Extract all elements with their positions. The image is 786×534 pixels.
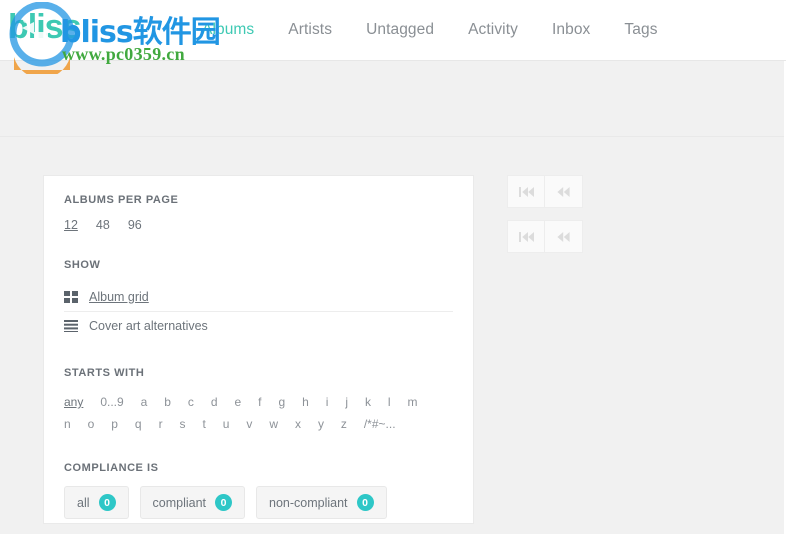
status-badge: 0 — [98, 494, 116, 511]
starts-with-options: any 0...9 a b c d e f g h i j k l m n o … — [64, 391, 453, 435]
compliance-title: COMPLIANCE IS — [64, 462, 159, 474]
compliance-option-compliant[interactable]: compliant 0 — [139, 486, 246, 519]
starts-with-option-u[interactable]: u — [223, 414, 230, 435]
status-badge: 0 — [215, 494, 233, 511]
starts-with-option-f[interactable]: f — [258, 392, 261, 413]
starts-with-option-s[interactable]: s — [180, 414, 186, 435]
skip-to-first-button[interactable] — [507, 175, 545, 208]
skip-to-first-icon — [518, 186, 534, 197]
starts-with-option-q[interactable]: q — [135, 414, 142, 435]
compliance-options: all 0 compliant 0 non-compliant 0 — [64, 486, 453, 519]
starts-with-option-l[interactable]: l — [388, 392, 391, 413]
show-option-cover-art-alternatives[interactable]: Cover art alternatives — [64, 312, 453, 340]
previous-page-button[interactable] — [545, 220, 583, 253]
skip-to-first-icon — [518, 231, 534, 242]
bliss-logo-icon: bliss — [8, 8, 82, 46]
starts-with-option-j[interactable]: j — [345, 392, 348, 413]
starts-with-option-n[interactable]: n — [64, 414, 71, 435]
show-option-label[interactable]: Cover art alternatives — [89, 319, 208, 333]
previous-page-button[interactable] — [545, 175, 583, 208]
starts-with-option-o[interactable]: o — [88, 414, 95, 435]
nav-item-inbox[interactable]: Inbox — [535, 0, 607, 60]
grid-icon — [64, 291, 78, 303]
nav-item-albums[interactable]: Albums — [185, 0, 271, 60]
per-page-option-96[interactable]: 96 — [128, 218, 142, 232]
starts-with-option-d[interactable]: d — [211, 392, 218, 413]
starts-with-option-symbols[interactable]: /*#~... — [364, 414, 396, 435]
pagination-bottom — [507, 220, 583, 253]
starts-with-option-b[interactable]: b — [164, 392, 171, 413]
filter-panel: ALBUMS PER PAGE 12 48 96 SHOW Album grid… — [43, 175, 474, 524]
starts-with-option-z[interactable]: z — [341, 414, 347, 435]
starts-with-option-g[interactable]: g — [278, 392, 285, 413]
starts-with-option-t[interactable]: t — [202, 414, 205, 435]
nav-links: Albums Artists Untagged Activity Inbox T… — [185, 0, 675, 60]
pagination-top — [507, 175, 583, 208]
nav-item-artists[interactable]: Artists — [271, 0, 349, 60]
starts-with-option-v[interactable]: v — [246, 414, 252, 435]
show-options: Album grid Cover art alternatives — [64, 283, 453, 340]
starts-with-option-k[interactable]: k — [365, 392, 371, 413]
compliance-option-non-compliant[interactable]: non-compliant 0 — [256, 486, 387, 519]
starts-with-option-a[interactable]: a — [141, 392, 148, 413]
starts-with-option-x[interactable]: x — [295, 414, 301, 435]
top-navbar: bliss Albums Artists Untagged Activity I… — [0, 0, 786, 61]
previous-page-icon — [557, 186, 570, 197]
starts-with-option-e[interactable]: e — [235, 392, 242, 413]
svg-text:bliss: bliss — [8, 8, 81, 46]
albums-per-page-options: 12 48 96 — [64, 218, 453, 232]
show-option-album-grid[interactable]: Album grid — [64, 283, 453, 312]
nav-item-activity[interactable]: Activity — [451, 0, 535, 60]
albums-per-page-title: ALBUMS PER PAGE — [64, 194, 179, 206]
starts-with-option-i[interactable]: i — [326, 392, 329, 413]
starts-with-option-w[interactable]: w — [269, 414, 278, 435]
brand-logo[interactable]: bliss — [0, 0, 185, 60]
starts-with-option-digits[interactable]: 0...9 — [100, 392, 123, 413]
per-page-option-48[interactable]: 48 — [96, 218, 110, 232]
starts-with-option-c[interactable]: c — [188, 392, 194, 413]
nav-item-tags[interactable]: Tags — [607, 0, 674, 60]
skip-to-first-button[interactable] — [507, 220, 545, 253]
starts-with-option-r[interactable]: r — [159, 414, 163, 435]
starts-with-option-m[interactable]: m — [408, 392, 418, 413]
compliance-option-label: compliant — [152, 495, 207, 510]
list-icon — [64, 320, 78, 332]
show-option-label[interactable]: Album grid — [89, 290, 149, 304]
per-page-option-12[interactable]: 12 — [64, 218, 78, 232]
status-badge: 0 — [356, 494, 374, 511]
starts-with-option-p[interactable]: p — [111, 414, 118, 435]
starts-with-option-any[interactable]: any — [64, 392, 83, 413]
compliance-option-label: non-compliant — [269, 495, 348, 510]
previous-page-icon — [557, 231, 570, 242]
compliance-option-all[interactable]: all 0 — [64, 486, 129, 519]
starts-with-option-h[interactable]: h — [302, 392, 309, 413]
header-band — [0, 61, 784, 137]
compliance-option-label: all — [77, 495, 90, 510]
show-title: SHOW — [64, 259, 101, 271]
starts-with-option-y[interactable]: y — [318, 414, 324, 435]
starts-with-title: STARTS WITH — [64, 367, 145, 379]
nav-item-untagged[interactable]: Untagged — [349, 0, 451, 60]
